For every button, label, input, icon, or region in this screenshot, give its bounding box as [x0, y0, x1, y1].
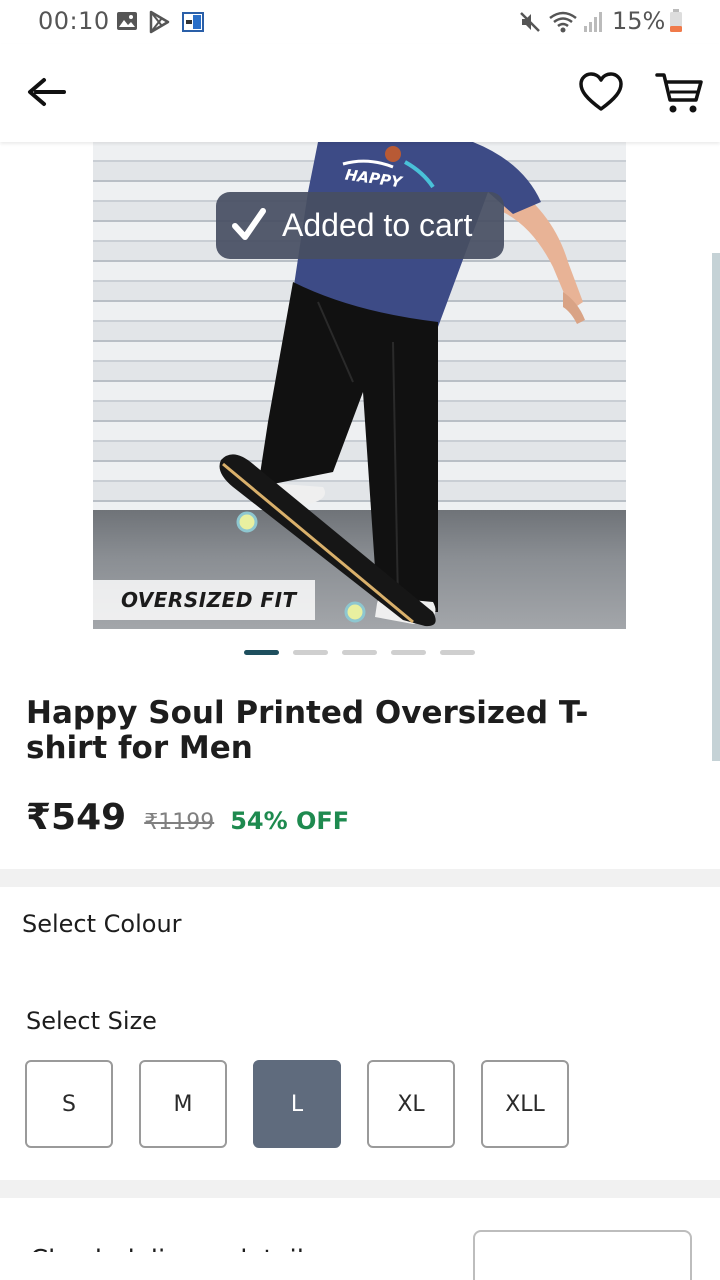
section-divider	[0, 869, 720, 887]
carousel-dot[interactable]	[342, 650, 377, 655]
image-carousel-indicator	[244, 650, 475, 655]
battery-percentage: 15%	[612, 7, 666, 35]
cart-button[interactable]	[654, 70, 704, 116]
cart-icon	[655, 73, 703, 113]
pincode-input[interactable]	[473, 1230, 692, 1280]
carousel-dot[interactable]	[293, 650, 328, 655]
section-divider	[0, 1180, 720, 1198]
product-title: Happy Soul Printed Oversized T-shirt for…	[26, 695, 589, 766]
back-button[interactable]	[24, 70, 72, 118]
check-delivery-label: Check delivery details	[30, 1236, 318, 1252]
status-bar: 00:10 15%	[0, 0, 720, 44]
wishlist-button[interactable]	[578, 70, 624, 116]
carousel-dot[interactable]	[391, 650, 426, 655]
arrow-left-icon	[28, 78, 66, 106]
toast-message: Added to cart	[282, 207, 473, 243]
discount-label: 54% OFF	[230, 807, 350, 835]
size-option-s[interactable]: S	[25, 1060, 113, 1148]
size-option-xl[interactable]: XL	[367, 1060, 455, 1148]
battery-icon	[669, 9, 683, 37]
heart-outline-icon	[579, 72, 623, 111]
selling-price: ₹549	[26, 797, 127, 838]
scroll-indicator	[712, 253, 720, 761]
size-option-l[interactable]: L	[253, 1060, 341, 1148]
carousel-dot[interactable]	[244, 650, 279, 655]
image-badge: OVERSIZED FIT	[93, 580, 315, 620]
mute-icon	[518, 10, 542, 38]
size-option-xll[interactable]: XLL	[481, 1060, 569, 1148]
select-colour-label: Select Colour	[22, 910, 182, 938]
added-to-cart-toast: Added to cart	[216, 192, 504, 259]
size-selector: S M L XL XLL	[25, 1060, 569, 1148]
size-option-m[interactable]: M	[139, 1060, 227, 1148]
wifi-icon	[548, 10, 578, 38]
play-store-icon	[148, 10, 170, 38]
signal-icon	[582, 10, 604, 38]
status-time: 00:10	[38, 7, 110, 35]
app-header	[0, 44, 720, 142]
checkmark-icon	[232, 208, 266, 240]
original-price: ₹1199	[144, 810, 215, 835]
select-size-label: Select Size	[26, 1007, 157, 1035]
app-notification-icon	[182, 12, 204, 36]
gallery-icon	[116, 10, 138, 36]
price-row: ₹549 ₹1199 54% OFF	[26, 797, 349, 841]
carousel-dot[interactable]	[440, 650, 475, 655]
